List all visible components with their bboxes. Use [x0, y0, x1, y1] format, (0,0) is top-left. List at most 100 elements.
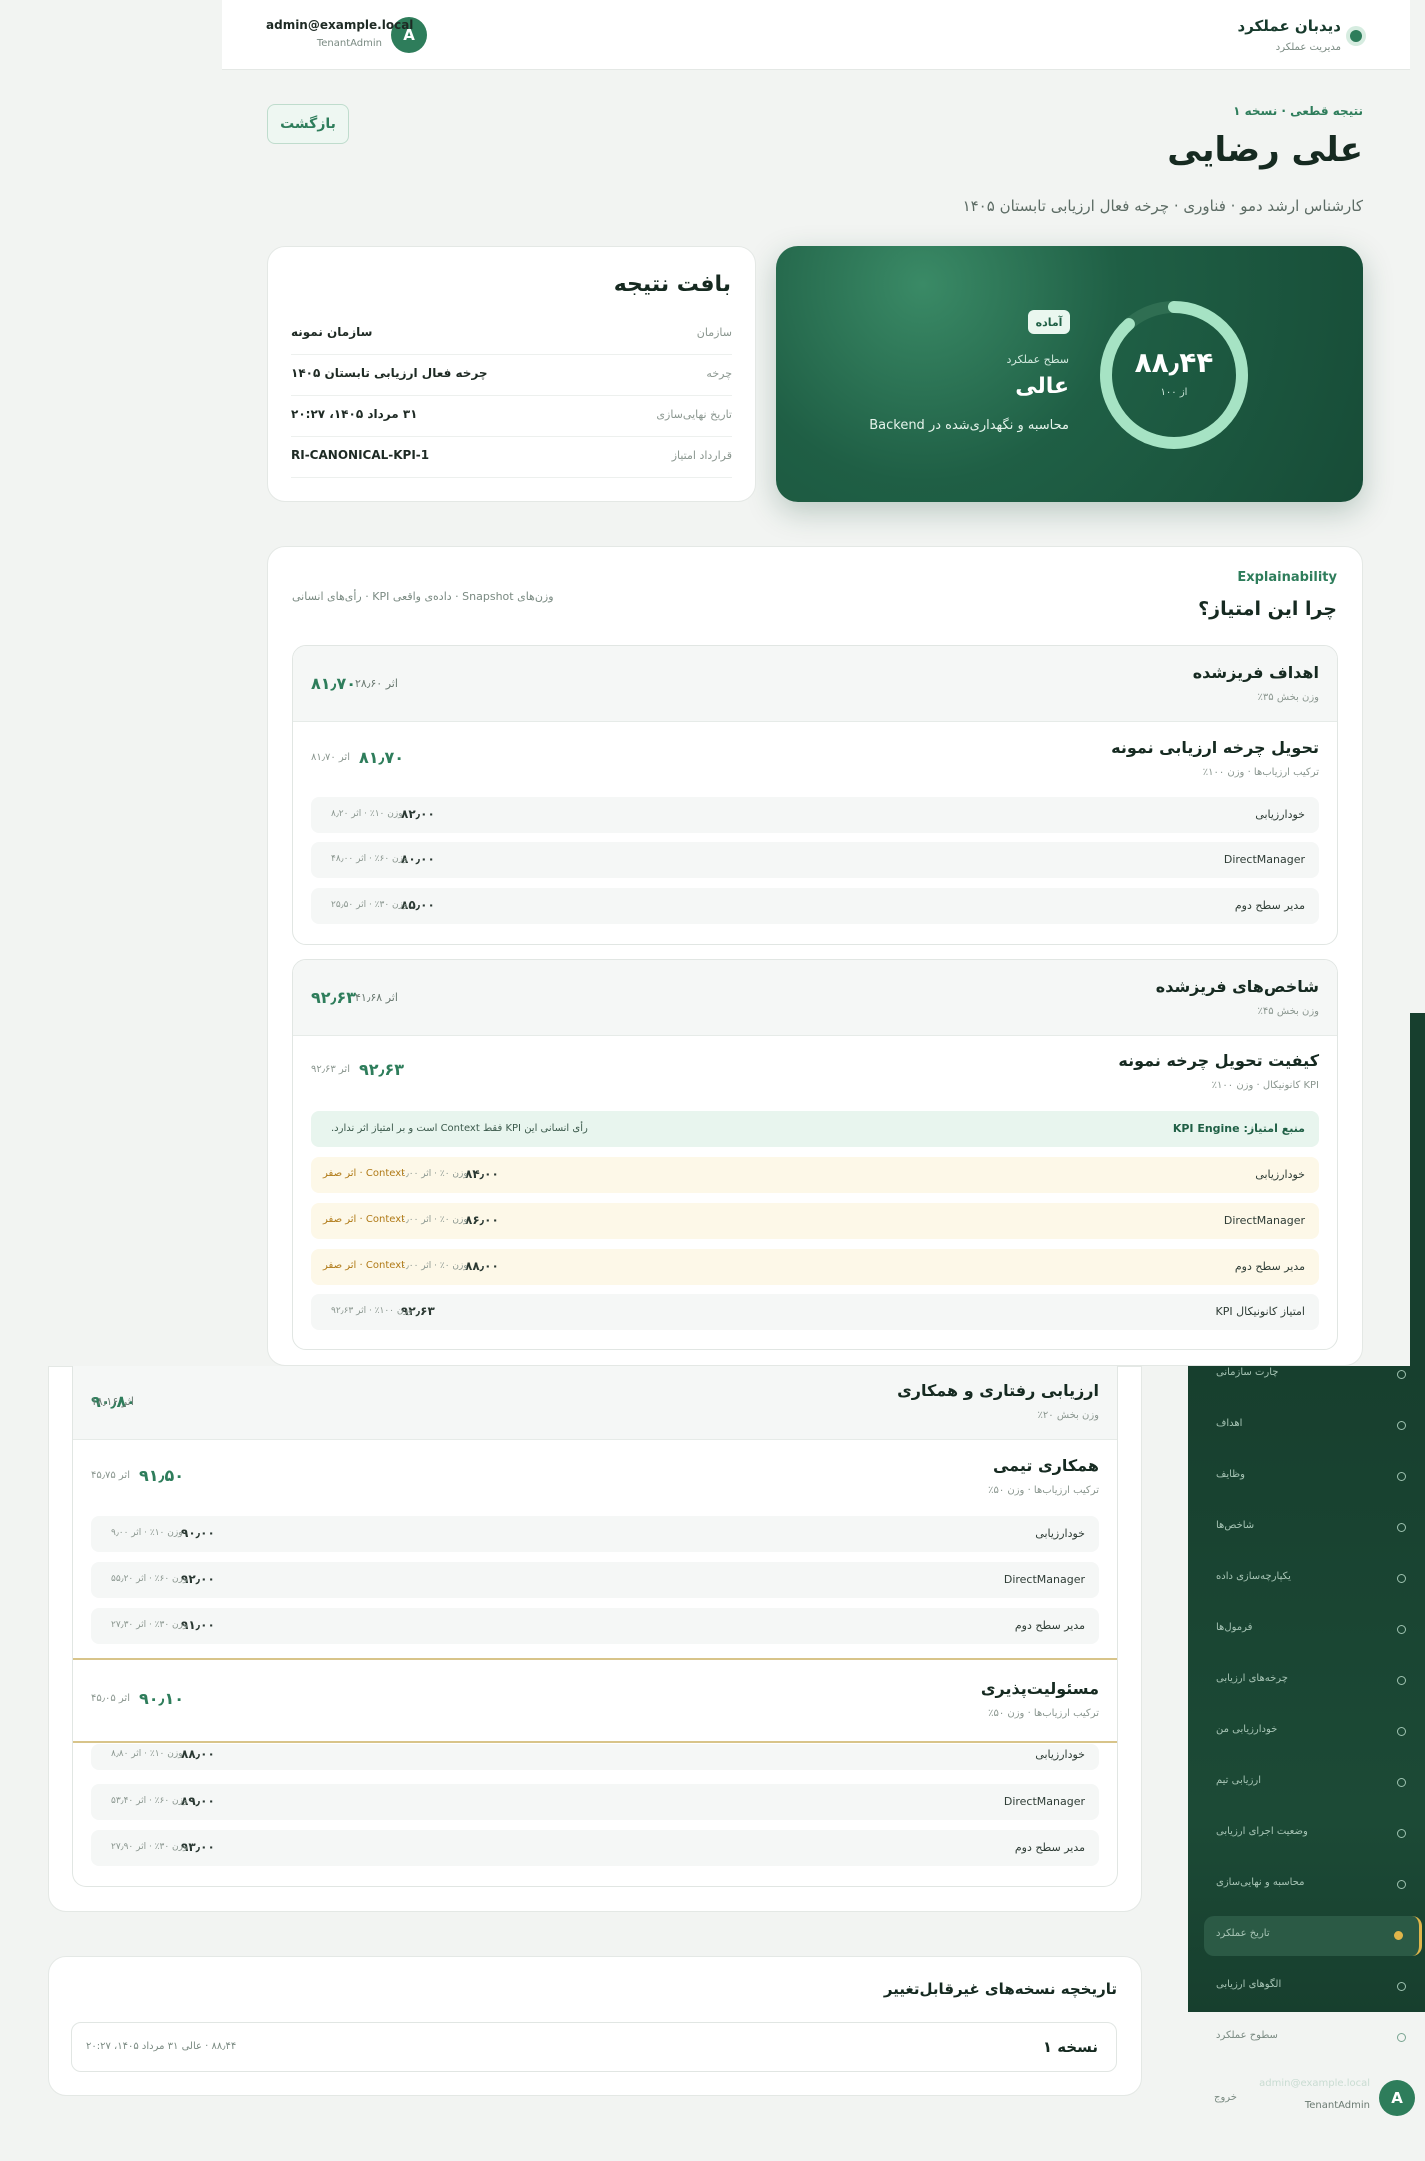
sidebar-item-label: فرمول‌ها: [1216, 1622, 1253, 1633]
sidebar-item[interactable]: فرمول‌ها: [1204, 1610, 1422, 1650]
rater-score: ۹۰٫۰۰: [181, 1526, 215, 1540]
sidebar-item-label: وضعیت اجرای ارزیابی: [1216, 1826, 1308, 1837]
rater-name: DirectManager: [1223, 1214, 1305, 1227]
rater-row: خودارزیابی ۸۲٫۰۰ وزن ۱۰٪ · اثر ۸٫۲۰: [311, 797, 1319, 833]
sidebar-avatar[interactable]: A: [1379, 2080, 1415, 2116]
context-value: RI-CANONICAL-KPI-1: [291, 448, 430, 462]
sidebar-item[interactable]: چرخه‌های ارزیابی: [1204, 1661, 1422, 1701]
sidebar-item[interactable]: وضعیت اجرای ارزیابی: [1204, 1814, 1422, 1854]
section-weight: وزن بخش ۳۵٪: [1257, 692, 1319, 703]
rater-name: مدیر سطح دوم: [1014, 1619, 1085, 1632]
item-title: تحویل چرخه ارزیابی نمونه: [1111, 738, 1319, 757]
page-title: علی رضایی: [1167, 130, 1363, 170]
context-flag: Context · اثر صفر: [323, 1260, 406, 1271]
logout-button[interactable]: خروج: [1214, 2092, 1237, 2103]
sidebar-item[interactable]: چارت سازمانی: [1204, 1355, 1422, 1395]
app-subtitle: مدیریت عملکرد: [1275, 42, 1341, 53]
rater-row: مدیر سطح دوم ۹۳٫۰۰ وزن ۳۰٪ · اثر ۲۷٫۹۰: [91, 1830, 1099, 1866]
context-key: تاریخ نهایی‌سازی: [656, 408, 732, 421]
sidebar-item[interactable]: تاریخ عملکرد: [1204, 1916, 1422, 1956]
sidebar-item[interactable]: ارزیابی تیم: [1204, 1763, 1422, 1803]
item-score: ۹۱٫۵۰: [139, 1466, 185, 1485]
context-title: بافت نتیجه: [613, 272, 731, 297]
rater-meta: وزن ۰٪ · اثر ۰٫۰۰: [401, 1215, 468, 1225]
sidebar-dot-icon: [1397, 1880, 1406, 1889]
item-title: مسئولیت‌پذیری: [980, 1679, 1099, 1698]
rater-name: DirectManager: [1003, 1795, 1085, 1808]
score-source-row: منبع امتیاز: KPI Engine رأی انسانی این K…: [311, 1111, 1319, 1147]
explainability-note: وزن‌های Snapshot · داده‌ی واقعی KPI · رأ…: [292, 590, 554, 603]
sidebar-item[interactable]: الگوهای ارزیابی: [1204, 1967, 1422, 2007]
score-source-label: منبع امتیاز: KPI Engine: [1172, 1122, 1305, 1135]
score-card: [776, 246, 1363, 502]
rater-row: خودارزیابی ۹۰٫۰۰ وزن ۱۰٪ · اثر ۹٫۰۰: [91, 1516, 1099, 1552]
brand-dot-icon: [1350, 30, 1362, 42]
item-subtitle: ترکیب ارزیاب‌ها · وزن ۵۰٪: [988, 1485, 1099, 1496]
sidebar-dot-icon: [1397, 1523, 1406, 1532]
item-subtitle: KPI کانونیکال · وزن ۱۰۰٪: [1211, 1080, 1319, 1091]
section-weight: وزن بخش ۴۵٪: [1257, 1006, 1319, 1017]
rater-score: ۸۸٫۰۰: [181, 1747, 215, 1761]
rater-name: DirectManager: [1003, 1573, 1085, 1586]
history-version-row[interactable]: نسخه ۱ ۸۸٫۴۴ · عالی ۳۱ مرداد ۱۴۰۵، ۲۰:۲۷: [71, 2022, 1117, 2072]
computed-note: محاسبه و نگهداری‌شده در Backend: [869, 418, 1069, 433]
context-flag: Context · اثر صفر: [323, 1168, 406, 1179]
sidebar-dot-icon: [1397, 1421, 1406, 1430]
rater-name: مدیر سطح دوم: [1234, 1260, 1305, 1273]
rater-meta: وزن ۶۰٪ · اثر ۵۵٫۲۰: [111, 1574, 188, 1584]
context-rater-row: خودارزیابی ۸۴٫۰۰ وزن ۰٪ · اثر ۰٫۰۰ Conte…: [311, 1157, 1319, 1193]
rater-row: مدیر سطح دوم ۸۵٫۰۰ وزن ۳۰٪ · اثر ۲۵٫۵۰: [311, 888, 1319, 924]
sidebar-item[interactable]: وظایف: [1204, 1457, 1422, 1497]
user-email: admin@example.local: [266, 18, 414, 32]
item-effect: اثر ۸۱٫۷۰: [311, 752, 350, 763]
sidebar-item-label: وظایف: [1216, 1469, 1245, 1480]
sidebar-item-label: محاسبه و نهایی‌سازی: [1216, 1877, 1305, 1888]
sidebar-item-label: تاریخ عملکرد: [1216, 1928, 1270, 1939]
item-divider: [73, 1658, 1117, 1660]
sidebar-dot-icon: [1397, 2033, 1406, 2042]
context-row-cycle: چرخه چرخه فعال ارزیابی تابستان ۱۴۰۵: [291, 355, 732, 396]
rater-score: ۸۴٫۰۰: [465, 1167, 499, 1181]
sidebar-dot-icon: [1397, 1676, 1406, 1685]
item-score: ۸۱٫۷۰: [359, 748, 405, 767]
user-role: TenantAdmin: [316, 38, 382, 49]
item-title: کیفیت تحویل چرخه نمونه: [1118, 1051, 1319, 1070]
explainability-title: چرا این امتیاز؟: [1198, 598, 1337, 620]
sidebar-dot-icon: [1397, 1370, 1406, 1379]
section-score: ۸۱٫۷۰: [311, 674, 357, 693]
sidebar-item[interactable]: محاسبه و نهایی‌سازی: [1204, 1865, 1422, 1905]
sidebar-item[interactable]: خودارزیابی من: [1204, 1712, 1422, 1752]
sidebar-item-label: چارت سازمانی: [1216, 1367, 1279, 1378]
context-rater-row: مدیر سطح دوم ۸۸٫۰۰ وزن ۰٪ · اثر ۰٫۰۰ Con…: [311, 1249, 1319, 1285]
section-header[interactable]: شاخص‌های فریزشده وزن بخش ۴۵٪ ۹۲٫۶۳ اثر ۴…: [293, 960, 1337, 1036]
sidebar-dot-icon: [1394, 1931, 1403, 1940]
section-header[interactable]: ارزیابی رفتاری و همکاری وزن بخش ۲۰٪ ۹۰٫۸…: [73, 1366, 1117, 1440]
rater-meta: وزن ۱۰۰٪ · اثر ۹۲٫۶۳: [331, 1306, 413, 1316]
sidebar-item[interactable]: یکپارچه‌سازی داده: [1204, 1559, 1422, 1599]
rater-row: DirectManager ۸۹٫۰۰ وزن ۶۰٪ · اثر ۵۳٫۴۰: [91, 1784, 1099, 1820]
section-weight: وزن بخش ۲۰٪: [1037, 1410, 1099, 1421]
sidebar-dot-icon: [1397, 1829, 1406, 1838]
explainability-tag: Explainability: [1237, 570, 1337, 585]
back-button[interactable]: بازگشت: [267, 104, 349, 144]
sidebar-user-email: admin@example.local: [1259, 2078, 1370, 2089]
rater-name: مدیر سطح دوم: [1234, 899, 1305, 912]
sidebar-item-label: اهداف: [1216, 1418, 1243, 1429]
app-title: دیدبان عملکرد: [1237, 17, 1341, 35]
section-goals: اهداف فریزشده وزن بخش ۳۵٪ ۸۱٫۷۰ اثر ۲۸٫۶…: [292, 645, 1338, 945]
sidebar-item[interactable]: شاخص‌ها: [1204, 1508, 1422, 1548]
kpi-canonical-row: امتیاز کانونیکال KPI ۹۲٫۶۳ وزن ۱۰۰٪ · اث…: [311, 1294, 1319, 1330]
context-row-organization: سازمان سازمان نمونه: [291, 314, 732, 355]
sidebar-item[interactable]: سطوح عملکرد: [1204, 2018, 1422, 2058]
section-title: شاخص‌های فریزشده: [1155, 977, 1319, 996]
rater-meta: وزن ۰٪ · اثر ۰٫۰۰: [401, 1169, 468, 1179]
section-score: ۹۲٫۶۳: [311, 988, 357, 1007]
rater-meta: وزن ۶۰٪ · اثر ۵۳٫۴۰: [111, 1796, 188, 1806]
sidebar-item[interactable]: اهداف: [1204, 1406, 1422, 1446]
item-score: ۹۰٫۱۰: [139, 1689, 185, 1708]
context-flag: Context · اثر صفر: [323, 1214, 406, 1225]
section-header[interactable]: اهداف فریزشده وزن بخش ۳۵٪ ۸۱٫۷۰ اثر ۲۸٫۶…: [293, 646, 1337, 722]
section-effect: اثر ۴۱٫۶۸: [355, 991, 398, 1004]
context-row-contract: قرارداد امتیاز RI-CANONICAL-KPI-1: [291, 437, 732, 478]
score-source-note: رأی انسانی این KPI فقط Context است و بر …: [331, 1123, 588, 1134]
